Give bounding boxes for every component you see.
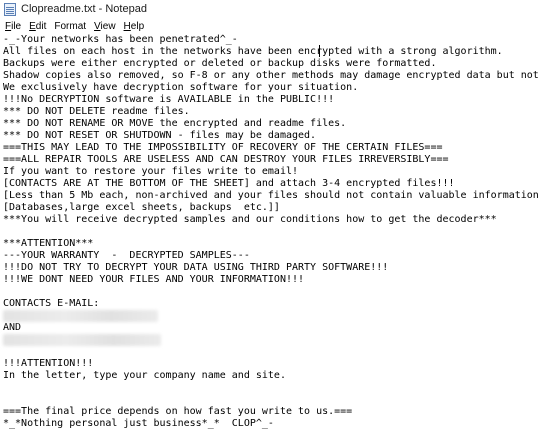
menu-bar: File Edit Format View Help bbox=[0, 18, 540, 34]
text-line: All files on each host in the networks h… bbox=[3, 46, 503, 57]
text-line: ***ATTENTION*** bbox=[3, 238, 94, 249]
redacted-email-2 bbox=[3, 334, 161, 346]
text-line: !!!WE DONT NEED YOUR FILES AND YOUR INFO… bbox=[3, 274, 305, 285]
menu-format[interactable]: Format bbox=[54, 21, 86, 32]
redacted-email-1 bbox=[3, 310, 158, 322]
text-line: !!!No DECRYPTION software is AVAILABLE i… bbox=[3, 94, 335, 105]
text-line: !!!ATTENTION!!! bbox=[3, 358, 94, 369]
text-line: In the letter, type your company name an… bbox=[3, 370, 286, 381]
text-line: [CONTACTS ARE AT THE BOTTOM OF THE SHEET… bbox=[3, 178, 455, 189]
text-line: ===ALL REPAIR TOOLS ARE USELESS AND CAN … bbox=[3, 154, 449, 165]
title-bar[interactable]: Clopreadme.txt - Notepad bbox=[0, 0, 540, 18]
text-line: *** DO NOT DELETE readme files. bbox=[3, 106, 190, 117]
notepad-window: Clopreadme.txt - Notepad File Edit Forma… bbox=[0, 0, 540, 437]
text-line: Backups were either encrypted or deleted… bbox=[3, 58, 437, 69]
text-line: Shadow copies also removed, so F-8 or an… bbox=[3, 70, 540, 81]
text-line: ---YOUR WARRANTY - DECRYPTED SAMPLES--- bbox=[3, 250, 250, 261]
text-caret bbox=[319, 45, 320, 57]
text-line: AND bbox=[3, 322, 22, 333]
window-title: Clopreadme.txt - Notepad bbox=[21, 3, 147, 15]
text-line: ===THIS MAY LEAD TO THE IMPOSSIBILITY OF… bbox=[3, 142, 443, 153]
text-line: If you want to restore your files write … bbox=[3, 166, 299, 177]
text-line: [Less than 5 Mb each, non-archived and y… bbox=[3, 190, 540, 201]
notepad-icon bbox=[4, 2, 16, 16]
text-line: *** DO NOT RESET OR SHUTDOWN - files may… bbox=[3, 130, 317, 141]
text-line: We exclusively have decryption software … bbox=[3, 82, 359, 93]
text-editor[interactable]: -_-Your networks has been penetrated^_- … bbox=[0, 34, 540, 437]
text-line: !!!DO NOT TRY TO DECRYPT YOUR DATA USING… bbox=[3, 262, 389, 273]
text-line: [Databases,large excel sheets, backups e… bbox=[3, 202, 280, 213]
menu-view[interactable]: View bbox=[94, 21, 116, 32]
menu-help[interactable]: Help bbox=[124, 21, 145, 32]
text-line: *** DO NOT RENAME OR MOVE the encrypted … bbox=[3, 118, 347, 129]
menu-file[interactable]: File bbox=[5, 21, 21, 32]
text-line: CONTACTS E-MAIL: bbox=[3, 298, 100, 309]
text-line: ***You will receive decrypted samples an… bbox=[3, 214, 497, 225]
text-line: *_*Nothing personal just business*_* CLO… bbox=[3, 418, 274, 429]
text-line: ===The final price depends on how fast y… bbox=[3, 406, 353, 417]
text-line: -_-Your networks has been penetrated^_- bbox=[3, 34, 238, 45]
menu-edit[interactable]: Edit bbox=[29, 21, 46, 32]
